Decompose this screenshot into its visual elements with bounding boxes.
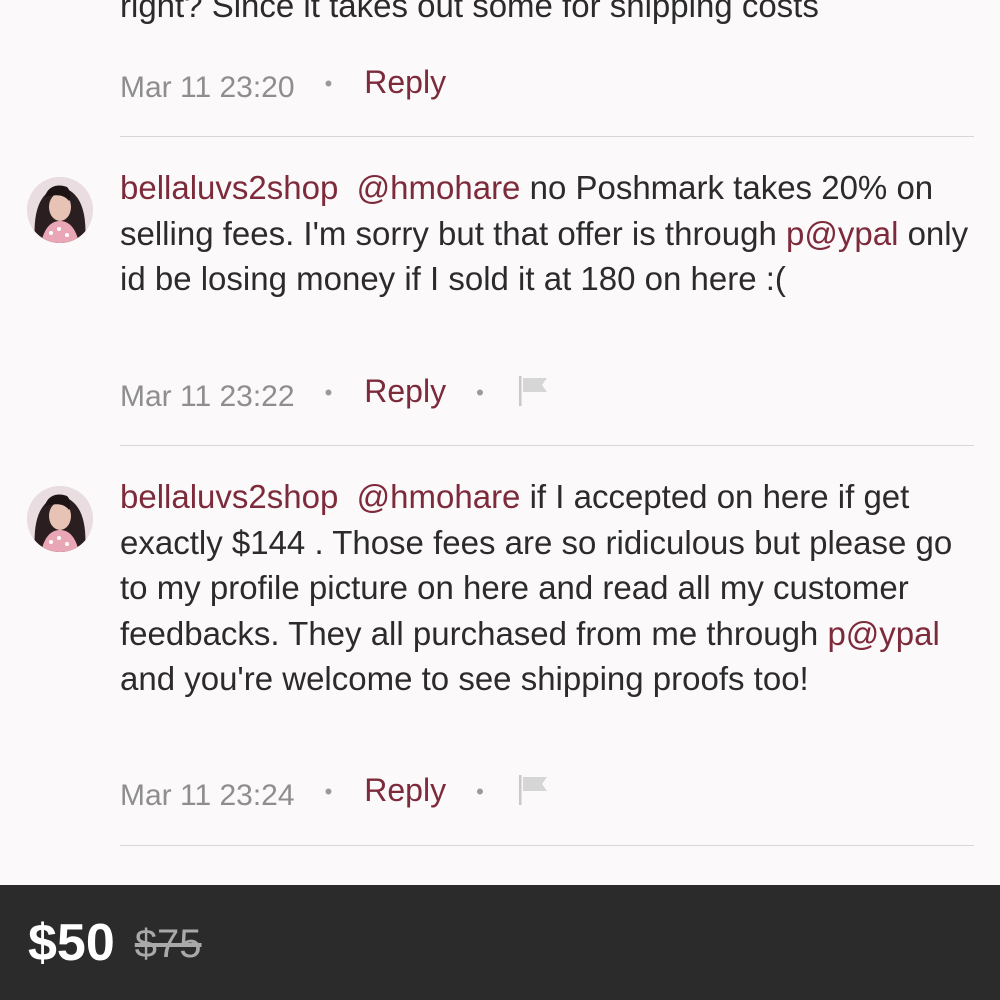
comment-meta: Mar 11 23:24 • Reply • <box>120 772 550 816</box>
flag-icon[interactable] <box>516 374 550 416</box>
reply-button[interactable]: Reply <box>364 64 446 101</box>
reply-button[interactable]: Reply <box>364 373 446 410</box>
comment-body-text: and you're welcome to see shipping proof… <box>120 660 809 697</box>
comment-text: bellaluvs2shop @hmohare if I accepted on… <box>120 474 980 702</box>
flag-icon[interactable] <box>516 773 550 815</box>
comment-text-partial: right? Since it takes out some for shipp… <box>120 0 819 24</box>
divider <box>120 845 974 846</box>
avatar[interactable] <box>27 486 93 552</box>
comment-username[interactable]: bellaluvs2shop <box>120 169 338 206</box>
comment-username[interactable]: bellaluvs2shop <box>120 478 338 515</box>
comment-timestamp: Mar 11 23:22 <box>120 380 295 413</box>
comment-meta: Mar 11 23:20 • Reply <box>120 64 446 108</box>
comment-timestamp: Mar 11 23:24 <box>120 779 295 812</box>
listing-price: $50 <box>28 913 115 972</box>
comment-text: bellaluvs2shop @hmohare no Poshmark take… <box>120 165 980 302</box>
separator-dot: • <box>476 779 484 804</box>
separator-dot: • <box>324 380 333 405</box>
comments-feed: right? Since it takes out some for shipp… <box>0 0 1000 885</box>
divider <box>120 136 974 137</box>
separator-dot: • <box>476 380 484 405</box>
comment-mention[interactable]: @hmohare <box>357 169 521 206</box>
divider <box>120 445 974 446</box>
comment-meta: Mar 11 23:22 • Reply • <box>120 373 550 417</box>
comment-highlight: p@ypal <box>786 214 899 252</box>
comment-timestamp: Mar 11 23:20 <box>120 71 295 104</box>
price-bar: $50 $75 <box>0 885 1000 1000</box>
comment-highlight: p@ypal <box>827 614 940 652</box>
comment-mention[interactable]: @hmohare <box>357 478 521 515</box>
original-price: $75 <box>134 922 202 966</box>
avatar[interactable] <box>27 177 93 243</box>
reply-button[interactable]: Reply <box>364 772 446 809</box>
separator-dot: • <box>324 71 333 96</box>
separator-dot: • <box>324 779 333 804</box>
